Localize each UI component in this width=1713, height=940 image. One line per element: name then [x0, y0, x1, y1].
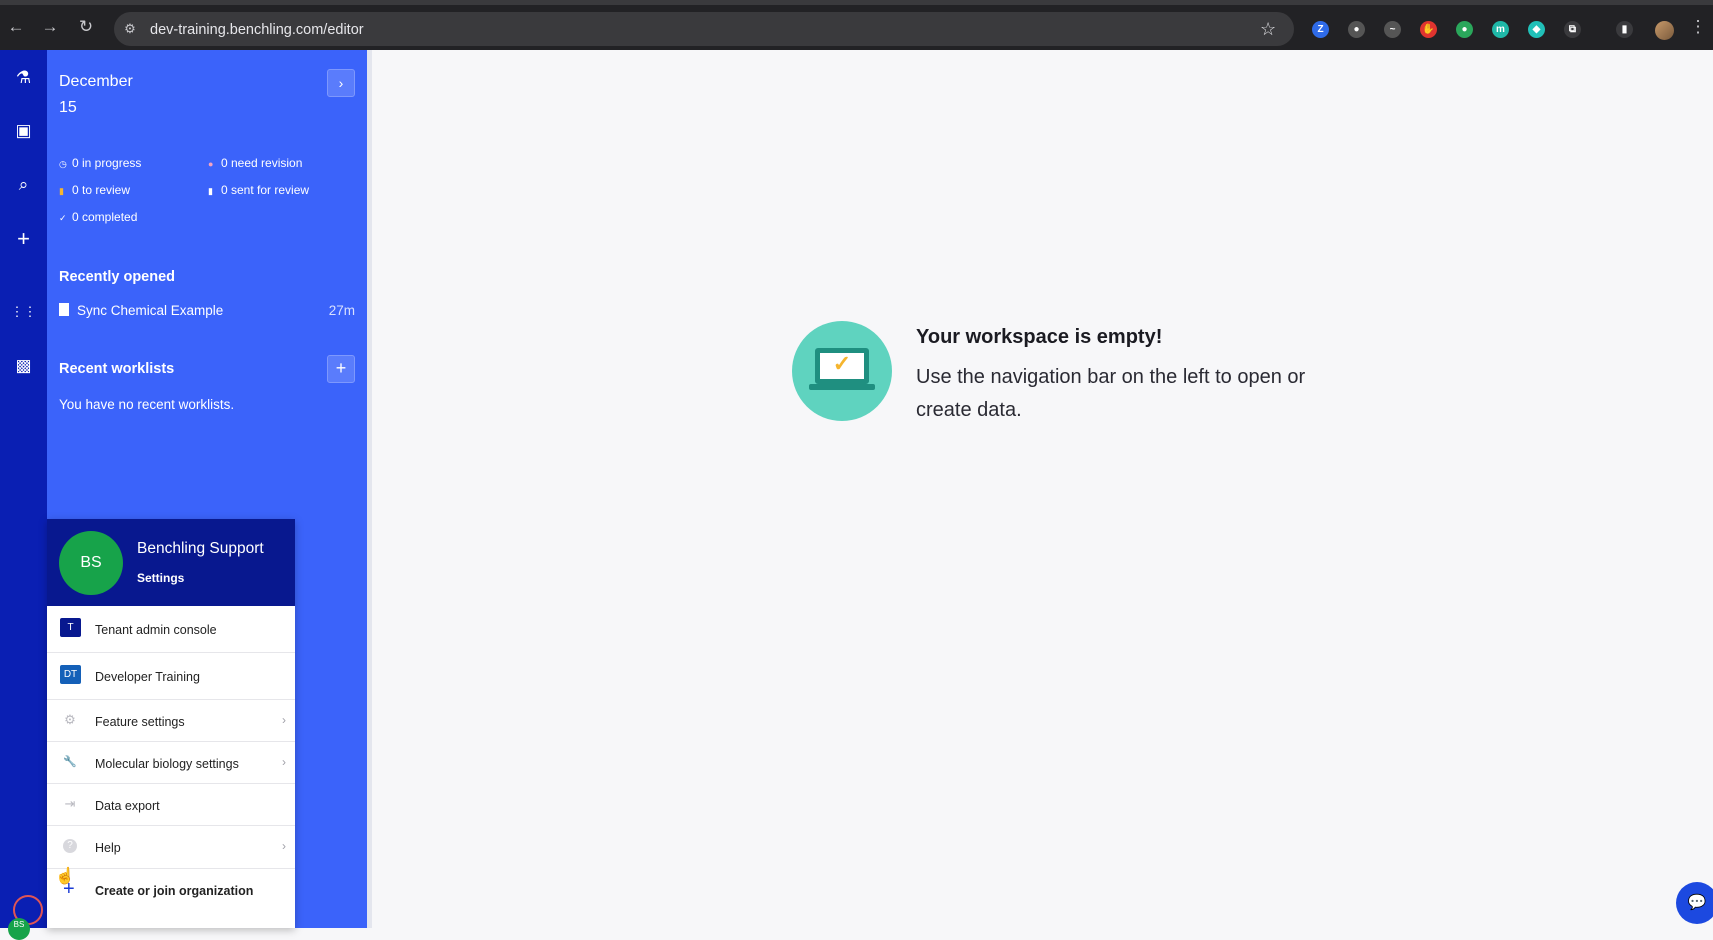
wrench-icon: 🔧 [63, 756, 77, 768]
menu-item-create-org[interactable]: + Create or join organization [47, 869, 295, 913]
help-icon: ? [63, 839, 77, 853]
menu-item-label: Help [95, 841, 121, 855]
plus-icon: + [335, 358, 347, 378]
stat-label: 0 completed [72, 210, 138, 224]
org-tile-icon: DT [60, 665, 81, 684]
chevron-right-icon: › [282, 839, 286, 853]
forward-icon[interactable]: → [40, 17, 60, 37]
menu-item-label: Create or join organization [95, 884, 254, 898]
date-month: December [59, 73, 133, 90]
user-menu-header: BS Benchling Support Settings [47, 519, 295, 606]
document-icon [59, 303, 69, 316]
stat-label: 0 to review [72, 183, 131, 197]
empty-workspace-illustration: ✓ [792, 321, 892, 421]
recent-item-label: Sync Chemical Example [77, 303, 224, 318]
menu-item-data-export[interactable]: ⇥ Data export [47, 784, 295, 826]
apps-grid-icon[interactable]: ⋮⋮ [10, 298, 37, 325]
nav-rail: ⚗ ▣ ⌕ + ⋮⋮ ▩ [0, 50, 47, 928]
recent-worklists-title: Recent worklists [59, 361, 175, 377]
reload-icon[interactable]: ↻ [76, 17, 96, 37]
pointer-cursor-icon: ☝ [55, 868, 75, 885]
revision-dot-icon: ● [208, 159, 214, 169]
stat-label: 0 in progress [72, 156, 142, 170]
expand-panel-button[interactable]: › [327, 69, 355, 97]
export-icon: ⇥ [64, 796, 76, 811]
stat-completed[interactable]: ✓ 0 completed [59, 210, 137, 224]
menu-item-molecular-biology[interactable]: 🔧 Molecular biology settings › [47, 742, 295, 784]
briefcase-icon[interactable]: ▣ [10, 117, 37, 144]
menu-item-label: Feature settings [95, 715, 185, 729]
camera-folder-icon[interactable]: ▩ [10, 352, 37, 379]
check-icon: ✓ [832, 351, 852, 376]
circle-extension-icon[interactable]: ● [1348, 21, 1365, 38]
user-menu: BS Benchling Support Settings T Tenant a… [47, 519, 295, 928]
benchling-logo-icon[interactable]: ⚗ [10, 64, 37, 91]
menu-item-help[interactable]: ? Help › [47, 826, 295, 869]
m-extension-icon[interactable]: m [1492, 21, 1509, 38]
stat-to-review[interactable]: ▮ 0 to review [59, 183, 130, 197]
menu-item-label: Tenant admin console [95, 623, 217, 637]
stat-sent-for-review[interactable]: ▮ 0 sent for review [208, 183, 309, 197]
menu-item-label: Data export [95, 799, 160, 813]
diamond-extension-icon[interactable]: ◆ [1528, 21, 1545, 38]
chat-button[interactable]: 💬 [1676, 882, 1713, 924]
clock-icon: ◷ [59, 159, 67, 169]
stat-label: 0 need revision [221, 156, 303, 170]
browser-toolbar: ← → ↻ ⚙ dev-training.benchling.com/edito… [0, 0, 1713, 50]
account-avatar-button[interactable]: BS [8, 918, 30, 940]
clipboard-icon: ▮ [208, 186, 213, 196]
user-name: Benchling Support [137, 540, 264, 557]
date-day: 15 [59, 99, 77, 116]
site-settings-icon[interactable]: ⚙ [120, 19, 140, 39]
search-icon[interactable]: ⌕ [10, 171, 37, 198]
laptop-icon: ✓ [815, 348, 869, 384]
stat-label: 0 sent for review [221, 183, 310, 197]
menu-item-label: Developer Training [95, 670, 200, 684]
chat-icon: 💬 [1687, 894, 1707, 911]
gear-icon: ⚙ [64, 712, 76, 727]
recent-item-time: 27m [328, 303, 355, 318]
wave-extension-icon[interactable]: ~ [1384, 21, 1401, 38]
chevron-right-icon: › [282, 755, 286, 769]
chevron-right-icon: › [282, 713, 286, 727]
z-extension-icon[interactable]: Z [1312, 21, 1329, 38]
empty-state-title: Your workspace is empty! [916, 326, 1163, 348]
profile-avatar[interactable] [1655, 21, 1674, 40]
recent-item[interactable]: Sync Chemical Example 27m [59, 303, 355, 318]
panel-divider [367, 50, 372, 928]
bookmark-star-icon[interactable]: ☆ [1260, 19, 1276, 39]
tenant-tile-icon: T [60, 618, 81, 637]
create-plus-icon[interactable]: + [10, 225, 37, 252]
recently-opened-title: Recently opened [59, 269, 176, 285]
no-worklists-text: You have no recent worklists. [59, 397, 235, 412]
user-avatar: BS [59, 531, 123, 595]
green-extension-icon[interactable]: ● [1456, 21, 1473, 38]
settings-link[interactable]: Settings [137, 571, 184, 585]
sidepanel-icon[interactable]: ▮ [1616, 21, 1633, 38]
chevron-right-icon: › [338, 75, 344, 91]
hand-extension-icon[interactable]: ✋ [1420, 21, 1437, 38]
check-icon: ✓ [59, 213, 67, 223]
menu-item-feature-settings[interactable]: ⚙ Feature settings › [47, 700, 295, 742]
stat-need-revision[interactable]: ● 0 need revision [208, 156, 302, 170]
menu-kebab-icon[interactable]: ⋮ [1688, 17, 1708, 37]
menu-item-tenant-admin[interactable]: T Tenant admin console [47, 606, 295, 653]
menu-item-developer-training[interactable]: DT Developer Training [47, 653, 295, 700]
stat-in-progress[interactable]: ◷ 0 in progress [59, 156, 141, 170]
url-text[interactable]: dev-training.benchling.com/editor [150, 22, 364, 38]
puzzle-extension-icon[interactable]: ⧉ [1564, 21, 1581, 38]
laptop-base [809, 384, 875, 390]
menu-item-label: Molecular biology settings [95, 757, 239, 771]
add-worklist-button[interactable]: + [327, 355, 355, 383]
back-icon[interactable]: ← [6, 17, 26, 37]
clipboard-icon: ▮ [59, 186, 64, 196]
empty-state-description: Use the navigation bar on the left to op… [916, 366, 1306, 421]
